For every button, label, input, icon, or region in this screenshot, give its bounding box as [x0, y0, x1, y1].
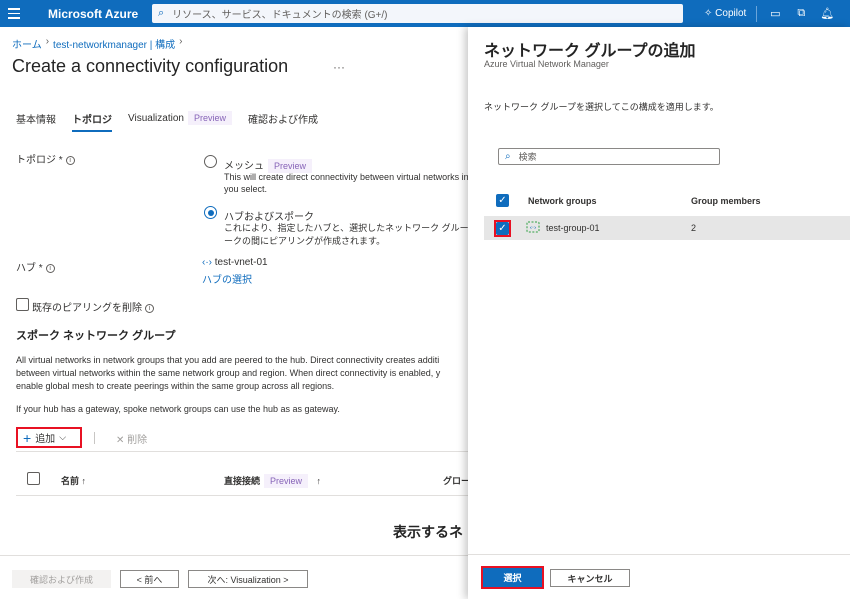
spoke-section-title: スポーク ネットワーク グループ: [16, 330, 176, 342]
hub-spoke-radio[interactable]: [204, 206, 217, 219]
group-members-count: 2: [691, 223, 697, 233]
column-global-mesh[interactable]: グロー: [443, 474, 470, 487]
top-bar: Microsoft Azure ⌕ リソース、サービス、ドキュメントの検索 (G…: [0, 0, 850, 27]
cloud-shell-icon[interactable]: ▭: [767, 6, 783, 22]
search-placeholder: リソース、サービス、ドキュメントの検索 (G+/): [172, 10, 388, 21]
select-button[interactable]: 選択: [481, 566, 544, 589]
preview-badge: Preview: [187, 111, 232, 125]
delete-peering-label: 既存のピアリングを削除 i: [32, 299, 154, 314]
hub-spoke-description-line1: これにより、指定したハブと、選択したネットワーク グループ: [224, 223, 478, 233]
select-hub-link[interactable]: ハブの選択: [202, 271, 252, 286]
network-group-icon: ‹·›: [526, 221, 540, 233]
spoke-description-line3: enable global mesh to create peerings wi…: [16, 381, 335, 391]
breadcrumb-separator: ›: [179, 36, 183, 47]
previous-button[interactable]: < 前へ: [120, 570, 179, 588]
select-all-groups-checkbox[interactable]: ✓: [496, 194, 509, 207]
divider: [756, 5, 758, 22]
next-button[interactable]: 次へ: Visualization >: [188, 570, 308, 588]
hub-spoke-description-line2: ークの間にピアリングが作成されます。: [224, 236, 386, 246]
notifications-bell-icon[interactable]: 🔔︎: [819, 6, 835, 22]
spoke-description-line2: between virtual networks within the same…: [16, 368, 441, 378]
preview-badge: Preview: [264, 474, 309, 488]
vnet-icon: ‹·›: [202, 257, 212, 268]
page-title: Create a connectivity configuration: [12, 56, 289, 76]
delete-peering-checkbox[interactable]: [16, 298, 29, 311]
panel-search-input[interactable]: ⌕ 検索: [498, 148, 720, 165]
cancel-button[interactable]: キャンセル: [550, 569, 630, 587]
group-name: test-group-01: [546, 223, 600, 233]
close-icon: ✕: [116, 435, 125, 446]
mesh-description-line1: This will create direct connectivity bet…: [224, 172, 469, 182]
svg-text:‹·›: ‹·›: [530, 225, 537, 232]
hub-value: ‹·› test-vnet-01: [202, 257, 268, 268]
search-icon: ⌕: [158, 7, 165, 19]
add-network-groups-panel: ネットワーク グループの追加 Azure Virtual Network Man…: [468, 27, 850, 599]
column-group-members[interactable]: Group members: [691, 196, 761, 206]
tab-bar: 基本情報 トポロジ Visualization Preview 確認および作成: [16, 111, 318, 132]
plus-icon: +: [23, 429, 32, 446]
column-direct-connectivity[interactable]: 直接接続 Preview ↑: [224, 474, 321, 488]
gateway-note: If your hub has a gateway, spoke network…: [16, 404, 340, 414]
panel-subtitle: Azure Virtual Network Manager: [484, 59, 609, 69]
tab-basics[interactable]: 基本情報: [16, 111, 56, 132]
breadcrumb: ホーム › test-networkmanager | 構成 ›: [12, 36, 182, 51]
mesh-radio[interactable]: [204, 155, 217, 168]
topology-label: トポロジ * i: [16, 151, 75, 166]
column-name[interactable]: 名前 ↑: [61, 474, 86, 487]
panel-title: ネットワーク グループの追加: [484, 43, 696, 60]
panel-description: ネットワーク グループを選択してこの構成を適用します。: [484, 102, 719, 112]
info-icon[interactable]: i: [145, 303, 154, 313]
info-icon[interactable]: i: [65, 155, 75, 165]
more-options-icon[interactable]: ···: [333, 60, 345, 74]
hub-label: ハブ * i: [16, 259, 55, 274]
row-checkbox[interactable]: ✓: [496, 222, 509, 235]
tab-visualization[interactable]: Visualization Preview: [128, 111, 232, 132]
directory-filter-icon[interactable]: ⧉: [793, 6, 809, 22]
mesh-description-line2: you select.: [224, 184, 268, 194]
toolbar-divider: [94, 432, 95, 444]
top-bar-actions: ✧ Copilot ▭ ⧉ 🔔︎: [704, 0, 835, 27]
breadcrumb-networkmanager[interactable]: test-networkmanager | 構成: [53, 36, 175, 51]
divider: [16, 495, 468, 496]
column-network-groups[interactable]: Network groups: [528, 196, 597, 206]
spoke-description-line1: All virtual networks in network groups t…: [16, 355, 440, 365]
info-icon[interactable]: i: [45, 263, 55, 273]
breadcrumb-home[interactable]: ホーム: [12, 36, 42, 51]
delete-button[interactable]: ✕ 削除: [116, 431, 147, 446]
divider: [16, 451, 468, 452]
empty-state-text: 表示するネ: [393, 524, 463, 540]
chevron-down-icon: ⌵: [59, 432, 67, 442]
hub-spoke-option: ハブおよびスポーク: [224, 212, 314, 223]
menu-icon[interactable]: [0, 0, 28, 27]
global-search-input[interactable]: ⌕ リソース、サービス、ドキュメントの検索 (G+/): [152, 4, 683, 23]
brand-title[interactable]: Microsoft Azure: [48, 7, 138, 21]
add-button[interactable]: + 追加 ⌵: [16, 427, 82, 448]
copilot-icon: ✧: [704, 8, 713, 19]
sort-icon: ↑: [316, 476, 322, 486]
copilot-button[interactable]: ✧ Copilot: [704, 8, 746, 19]
tab-topology[interactable]: トポロジ: [72, 111, 112, 132]
search-icon: ⌕: [505, 151, 511, 162]
select-all-checkbox[interactable]: [27, 472, 40, 485]
panel-search-placeholder: 検索: [518, 152, 537, 162]
breadcrumb-separator: ›: [45, 36, 50, 47]
tab-review-create[interactable]: 確認および作成: [248, 111, 318, 132]
review-create-button[interactable]: 確認および作成: [12, 570, 111, 588]
